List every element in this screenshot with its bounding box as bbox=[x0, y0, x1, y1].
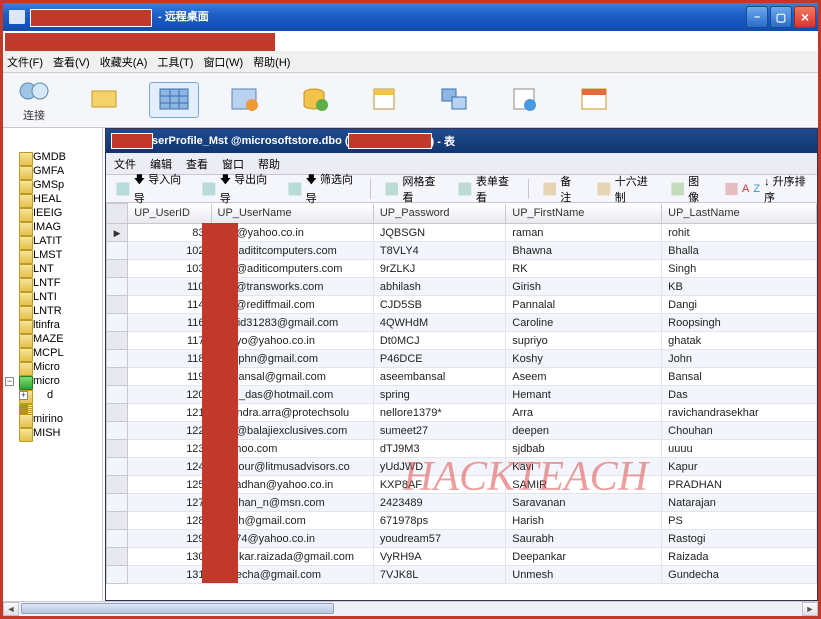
toolbar-btn-8[interactable] bbox=[499, 82, 549, 118]
tree-node[interactable]: GMDB bbox=[5, 150, 100, 164]
menu-item[interactable]: 文件(F) bbox=[7, 54, 43, 70]
tree-node[interactable]: LMST bbox=[5, 248, 100, 262]
tree-node[interactable]: LNTR bbox=[5, 304, 100, 318]
tree-node[interactable]: GMFA bbox=[5, 164, 100, 178]
inner-tool-3[interactable]: 网格查看 bbox=[381, 171, 445, 207]
outer-toolbar: 连接 bbox=[3, 73, 818, 128]
tree-node[interactable]: MCPL bbox=[5, 346, 100, 360]
tree-node[interactable]: Micro bbox=[5, 360, 100, 374]
redacted-column bbox=[202, 223, 238, 583]
tree-node[interactable]: HEAL bbox=[5, 192, 100, 206]
connection-tree[interactable]: GMDBGMFAGMSpHEALIEEIGIMAGLATITLMSTLNTLNT… bbox=[3, 128, 103, 601]
inner-tool-6[interactable]: 十六进制 bbox=[593, 171, 657, 207]
tree-node[interactable]: LNTF bbox=[5, 276, 100, 290]
toolbar-btn-4[interactable] bbox=[219, 82, 269, 118]
col-header[interactable]: UP_UserID bbox=[128, 204, 211, 224]
redacted-server bbox=[349, 134, 431, 148]
maximize-button[interactable]: ▢ bbox=[770, 6, 792, 28]
toolbar-table[interactable] bbox=[149, 82, 199, 118]
col-header[interactable]: UP_Password bbox=[373, 204, 505, 224]
tree-node[interactable]: MISH bbox=[5, 426, 100, 440]
window-controls: – ▢ × bbox=[746, 6, 816, 28]
menu-item[interactable]: 查看(V) bbox=[53, 54, 90, 70]
tree-node[interactable]: LNTI bbox=[5, 290, 100, 304]
toolbar-btn-6[interactable] bbox=[359, 82, 409, 118]
scroll-right-button[interactable]: ► bbox=[802, 602, 818, 616]
collapse-icon[interactable]: − bbox=[5, 377, 14, 386]
menu-item[interactable]: 窗口(W) bbox=[203, 54, 243, 70]
rdp-icon bbox=[9, 10, 25, 24]
menu-item[interactable]: 工具(T) bbox=[157, 54, 193, 70]
toolbar-btn-2[interactable] bbox=[79, 82, 129, 118]
toolbar-connect[interactable]: 连接 bbox=[9, 74, 59, 126]
inner-tool-8[interactable]: AZ↓ 升序排序 bbox=[721, 171, 811, 207]
outer-menubar[interactable]: 文件(F) 查看(V) 收藏夹(A) 工具(T) 窗口(W) 帮助(H) bbox=[3, 51, 818, 73]
redacted-host bbox=[31, 10, 151, 26]
minimize-button[interactable]: – bbox=[746, 6, 768, 28]
outer-scrollbar[interactable]: ◄ ► bbox=[3, 601, 818, 616]
col-header[interactable]: UP_FirstName bbox=[506, 204, 662, 224]
scroll-left-button[interactable]: ◄ bbox=[3, 602, 19, 616]
tree-node[interactable]: GMSp bbox=[5, 178, 100, 192]
col-header[interactable]: UP_UserName bbox=[211, 204, 373, 224]
tree-node[interactable]: mirino bbox=[5, 412, 100, 426]
inner-tool-5[interactable]: 备注 bbox=[539, 171, 583, 207]
redacted-bar bbox=[5, 33, 275, 51]
inner-toolbar[interactable]: 🡇 导入向导🡇 导出向导🡇 筛选向导网格查看表单查看备注十六进制图像AZ↓ 升序… bbox=[106, 175, 817, 203]
outer-titlebar: - 远程桌面 – ▢ × bbox=[3, 3, 818, 31]
expand-icon[interactable]: + bbox=[19, 391, 28, 400]
toolbar-btn-9[interactable] bbox=[569, 82, 619, 118]
redacted-icon bbox=[112, 134, 152, 148]
inner-titlebar: serProfile_Mst @microsoftstore.dbo ( ) -… bbox=[106, 129, 817, 153]
inner-window: serProfile_Mst @microsoftstore.dbo ( ) -… bbox=[105, 128, 818, 601]
toolbar-connect-label: 连接 bbox=[23, 107, 45, 123]
col-header[interactable]: UP_LastName bbox=[662, 204, 817, 224]
inner-tool-4[interactable]: 表单查看 bbox=[454, 171, 518, 207]
scroll-thumb[interactable] bbox=[21, 603, 334, 614]
menu-item[interactable]: 帮助(H) bbox=[253, 54, 290, 70]
tree-node[interactable]: −micro bbox=[5, 374, 100, 388]
tree-node[interactable]: LNT bbox=[5, 262, 100, 276]
outer-title: - 远程桌面 bbox=[31, 8, 746, 25]
tree-node[interactable]: IEEIG bbox=[5, 206, 100, 220]
menu-item[interactable]: 收藏夹(A) bbox=[100, 54, 148, 70]
toolbar-btn-7[interactable] bbox=[429, 82, 479, 118]
inner-tool-7[interactable]: 图像 bbox=[667, 171, 711, 207]
data-grid: UP_UserIDUP_UserNameUP_PasswordUP_FirstN… bbox=[106, 203, 817, 600]
tree-node[interactable]: LATIT bbox=[5, 234, 100, 248]
close-button[interactable]: × bbox=[794, 6, 816, 28]
tree-node[interactable]: MAZE bbox=[5, 332, 100, 346]
tree-child[interactable]: +d bbox=[5, 388, 100, 402]
tree-node[interactable]: IMAG bbox=[5, 220, 100, 234]
tree-node[interactable]: ltinfra bbox=[5, 318, 100, 332]
toolbar-btn-5[interactable] bbox=[289, 82, 339, 118]
